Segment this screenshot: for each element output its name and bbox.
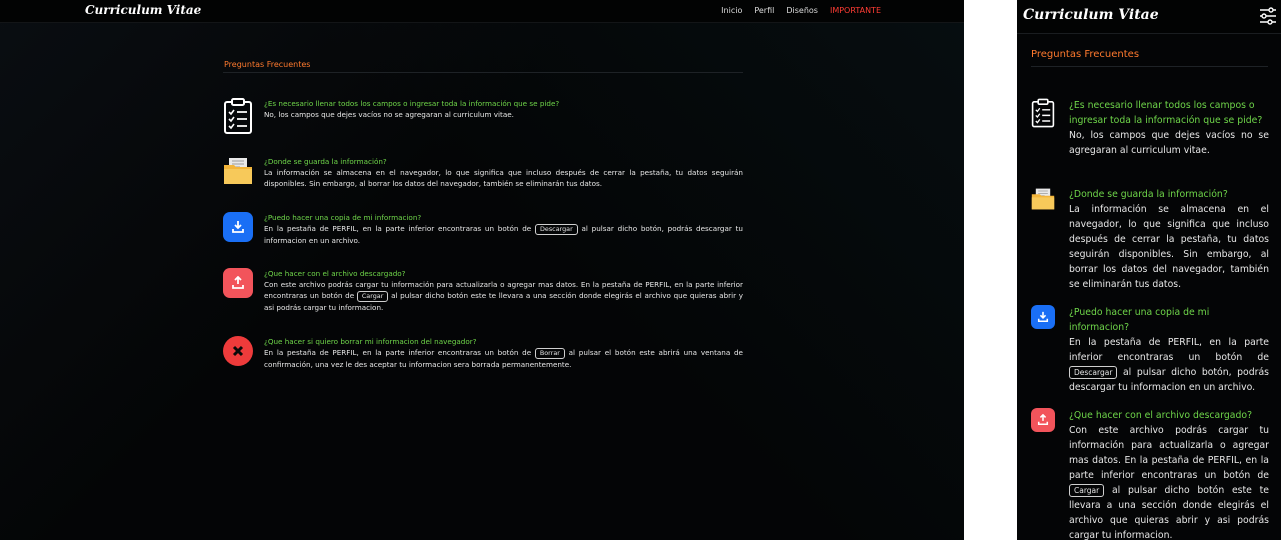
faq-question: ¿Es necesario llenar todos los campos o … <box>1069 100 1263 126</box>
faq-heading: Preguntas Frecuentes <box>1031 49 1140 60</box>
nav-link-disenos[interactable]: Diseños <box>786 6 818 15</box>
faq-answer: Con este archivo podrás cargar tu inform… <box>264 279 743 313</box>
divider <box>223 72 743 73</box>
faq-question: ¿Que hacer si quiero borrar mi informaci… <box>264 337 477 346</box>
close-x-icon <box>223 336 253 366</box>
folder-icon <box>223 156 253 186</box>
answer-text: Con este archivo podrás cargar tu inform… <box>1069 425 1269 481</box>
faq-question: ¿Que hacer con el archivo descargado? <box>264 269 406 278</box>
divider <box>1031 66 1268 67</box>
nav-link-importante[interactable]: IMPORTANTE <box>830 6 881 15</box>
download-icon <box>223 212 253 242</box>
answer-text: En la pestaña de PERFIL, en la parte inf… <box>1069 337 1269 363</box>
nav-link-inicio[interactable]: Inicio <box>721 6 742 15</box>
download-button[interactable]: Descargar <box>535 224 578 235</box>
upload-button[interactable]: Cargar <box>356 291 389 302</box>
answer-text: En la pestaña de PERFIL, en la parte inf… <box>264 348 532 357</box>
faq-answer: La información se almacena en el navegad… <box>264 168 743 188</box>
nav-link-perfil[interactable]: Perfil <box>754 6 774 15</box>
delete-button[interactable]: Borrar <box>534 348 565 359</box>
faq-question: ¿Donde se guarda la información? <box>1069 189 1228 200</box>
mobile-view: Curriculum Vitae Preguntas Frecuentes ¿E… <box>1017 0 1281 540</box>
brand-logo[interactable]: Curriculum Vitae <box>1023 7 1159 23</box>
folder-icon <box>1031 187 1055 211</box>
faq-heading: Preguntas Frecuentes <box>224 60 311 69</box>
clipboard-checklist-icon <box>1031 98 1055 128</box>
faq-answer: No, los campos que dejes vacíos no se ag… <box>264 110 514 119</box>
faq-question: ¿Es necesario llenar todos los campos o … <box>264 99 560 108</box>
desktop-view: Curriculum Vitae Inicio Perfil Diseños I… <box>0 0 964 540</box>
download-button[interactable]: Descargar <box>1069 366 1118 379</box>
faq-question: ¿Puedo hacer una copia de mi informacion… <box>264 213 422 222</box>
faq-answer: Con este archivo podrás cargar tu inform… <box>1069 423 1269 540</box>
upload-button[interactable]: Cargar <box>1069 484 1105 497</box>
faq-answer: En la pestaña de PERFIL, en la parte inf… <box>264 347 743 370</box>
nav-links: Inicio Perfil Diseños IMPORTANTE <box>721 6 881 15</box>
brand-logo[interactable]: Curriculum Vitae <box>85 3 201 17</box>
upload-icon <box>1031 408 1055 432</box>
faq-answer: En la pestaña de PERFIL, en la parte inf… <box>264 223 743 246</box>
faq-question: ¿Donde se guarda la información? <box>264 157 387 166</box>
mobile-navbar: Curriculum Vitae <box>1017 0 1281 34</box>
answer-text: En la pestaña de PERFIL, en la parte inf… <box>264 224 532 233</box>
upload-icon <box>223 268 253 298</box>
faq-answer: La información se almacena en el navegad… <box>1069 204 1269 290</box>
faq-answer: En la pestaña de PERFIL, en la parte inf… <box>1069 335 1269 395</box>
faq-answer: No, los campos que dejes vacíos no se ag… <box>1069 130 1269 156</box>
clipboard-checklist-icon <box>223 98 253 134</box>
faq-question: ¿Puedo hacer una copia de mi informacion… <box>1069 307 1210 333</box>
faq-question: ¿Que hacer con el archivo descargado? <box>1069 410 1253 421</box>
sliders-menu-icon[interactable] <box>1258 6 1278 26</box>
download-icon <box>1031 305 1055 329</box>
top-navbar: Curriculum Vitae Inicio Perfil Diseños I… <box>0 0 964 23</box>
